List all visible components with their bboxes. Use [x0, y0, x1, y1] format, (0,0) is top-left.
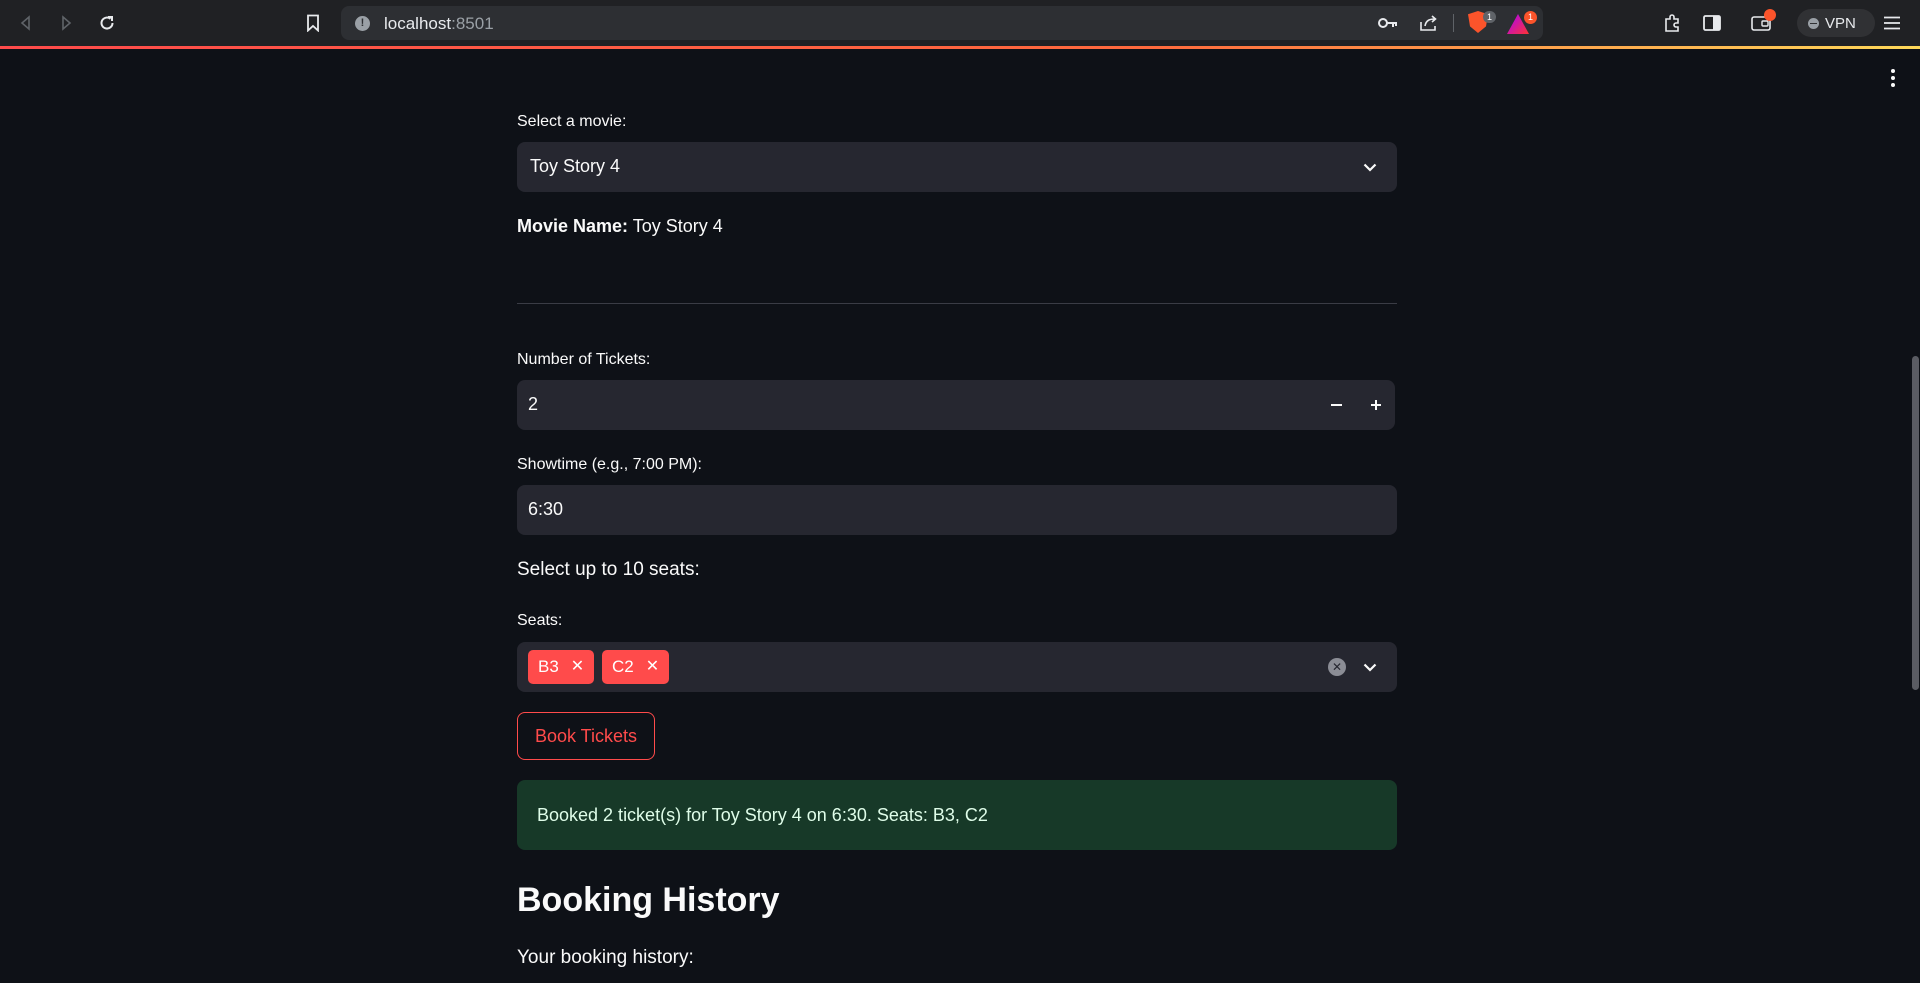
booking-history-subtitle: Your booking history:	[517, 947, 694, 968]
key-icon[interactable]	[1377, 12, 1399, 34]
remove-tag-icon[interactable]: ✕	[571, 659, 584, 675]
showtime-input[interactable]: 6:30	[517, 485, 1397, 535]
vpn-label: VPN	[1825, 14, 1856, 32]
url-port: :8501	[451, 14, 494, 33]
shield-count: 1	[1483, 11, 1496, 23]
booking-history-heading: Booking History	[517, 881, 780, 919]
reload-icon[interactable]	[94, 10, 120, 36]
address-bar[interactable]: ! localhost:8501 1 1	[341, 6, 1543, 40]
seat-tag-label: C2	[612, 657, 634, 676]
chevron-down-icon[interactable]	[1362, 159, 1378, 175]
share-icon[interactable]	[1418, 12, 1440, 34]
tickets-value: 2	[528, 394, 539, 414]
remove-tag-icon[interactable]: ✕	[646, 659, 659, 675]
tickets-label: Number of Tickets:	[517, 351, 651, 368]
increment-button[interactable]	[1362, 392, 1390, 418]
toolbar-divider	[1453, 14, 1454, 32]
chevron-down-icon[interactable]	[1362, 659, 1378, 675]
movie-select-value: Toy Story 4	[530, 156, 621, 176]
movie-name-value: Toy Story 4	[632, 216, 723, 236]
seats-instruction: Select up to 10 seats:	[517, 559, 700, 580]
book-tickets-button[interactable]: Book Tickets	[517, 712, 655, 760]
minus-icon	[1330, 404, 1342, 406]
rewards-count: 1	[1524, 11, 1537, 24]
success-alert: Booked 2 ticket(s) for Toy Story 4 on 6:…	[517, 780, 1397, 850]
seat-tag[interactable]: C2 ✕	[602, 650, 670, 684]
seat-tag-label: B3	[538, 657, 559, 676]
showtime-label: Showtime (e.g., 7:00 PM):	[517, 456, 702, 473]
movie-select[interactable]: Toy Story 4	[517, 142, 1397, 192]
extensions-icon[interactable]	[1659, 10, 1685, 36]
movie-select-label: Select a movie:	[517, 113, 627, 130]
seats-label: Seats:	[517, 612, 563, 629]
clear-all-icon[interactable]: ✕	[1328, 658, 1346, 676]
browser-toolbar: ! localhost:8501 1 1 VPN	[0, 0, 1920, 46]
seat-tag[interactable]: B3 ✕	[528, 650, 595, 684]
brave-shields-icon[interactable]: 1	[1468, 11, 1496, 35]
wallet-icon[interactable]	[1748, 9, 1776, 36]
movie-name-line: Movie Name: Toy Story 4	[517, 216, 723, 237]
showtime-value: 6:30	[528, 499, 564, 519]
url-host: localhost	[384, 14, 452, 33]
seats-multiselect[interactable]: B3 ✕ C2 ✕ ✕	[517, 642, 1397, 692]
forward-icon[interactable]	[53, 10, 79, 36]
wallet-notification-dot	[1764, 9, 1776, 21]
decrement-button[interactable]	[1322, 392, 1350, 418]
brave-rewards-icon[interactable]: 1	[1507, 11, 1537, 34]
hamburger-menu-icon[interactable]	[1879, 10, 1905, 36]
scrollbar[interactable]	[1912, 356, 1919, 690]
divider	[517, 303, 1397, 304]
plus-icon	[1371, 400, 1381, 410]
sidebar-icon[interactable]	[1699, 10, 1725, 36]
app-menu-icon[interactable]	[1885, 66, 1901, 90]
vpn-off-icon	[1808, 17, 1819, 29]
movie-name-label: Movie Name:	[517, 216, 629, 236]
back-icon[interactable]	[13, 10, 39, 36]
vpn-button[interactable]: VPN	[1797, 9, 1875, 37]
url-text[interactable]: localhost:8501	[384, 14, 494, 34]
streamlit-header-bar	[0, 46, 1920, 49]
success-message: Booked 2 ticket(s) for Toy Story 4 on 6:…	[537, 805, 988, 825]
bookmark-icon[interactable]	[300, 10, 326, 36]
tickets-number-input[interactable]: 2	[517, 380, 1395, 430]
site-info-icon[interactable]: !	[355, 16, 370, 31]
